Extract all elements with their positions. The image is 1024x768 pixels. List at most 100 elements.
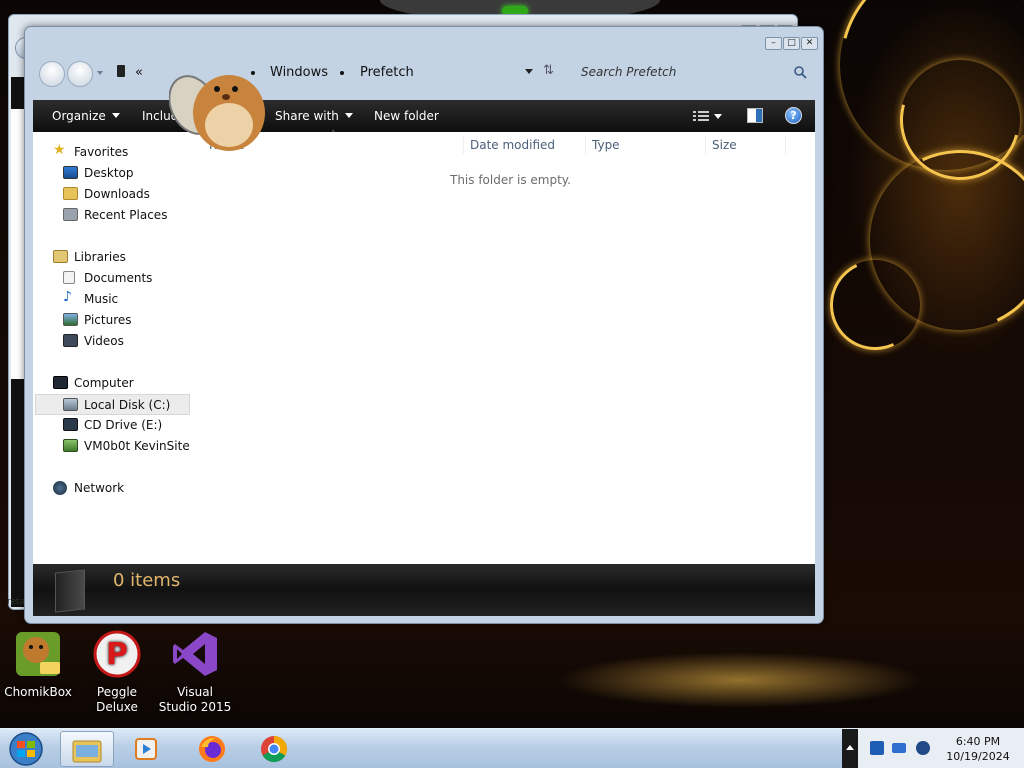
address-dropdown-icon[interactable] <box>525 69 533 74</box>
music-note-icon: ♪ <box>63 289 72 305</box>
recent-pages-chevron-icon[interactable] <box>97 71 103 75</box>
nav-item-cd-drive[interactable]: CD Drive (E:) <box>53 415 198 436</box>
nav-item-recent-places[interactable]: Recent Places <box>53 205 198 226</box>
videos-icon <box>63 334 78 347</box>
tray-overflow-button[interactable] <box>842 729 858 768</box>
details-pane: 0 items <box>33 564 815 616</box>
documents-icon <box>63 271 75 284</box>
navigation-pane: ★ Favorites Desktop Downloads Recent Pla… <box>33 132 198 564</box>
help-icon[interactable]: ? <box>785 107 802 124</box>
nav-item-local-disk[interactable]: Local Disk (C:) <box>35 394 190 415</box>
nav-item-label: Recent Places <box>84 208 168 222</box>
tray-network-icon[interactable] <box>916 741 930 755</box>
cd-drive-icon <box>63 418 78 431</box>
visual-studio-icon <box>173 632 217 676</box>
nav-item-label: Pictures <box>84 313 132 327</box>
column-header-type[interactable]: Type <box>592 138 620 152</box>
desktop-shortcut-chomikbox[interactable]: ChomikBox <box>0 630 76 700</box>
taskbar-explorer[interactable] <box>60 731 114 767</box>
nav-item-music[interactable]: ♪ Music <box>53 289 198 310</box>
desktop-shortcut-label: Visual Studio 2015 <box>158 685 232 714</box>
folder-thumbnail-icon <box>55 569 85 613</box>
minimize-button[interactable]: – <box>765 37 782 50</box>
nav-item-label: Desktop <box>84 166 134 180</box>
nav-item-documents[interactable]: Documents <box>53 268 198 289</box>
column-header-size[interactable]: Size <box>712 138 737 152</box>
column-divider[interactable] <box>705 136 706 154</box>
desktop-shortcut-peggle[interactable]: P Peggle Deluxe <box>79 630 155 715</box>
peggle-icon: P <box>93 630 141 678</box>
nav-item-pictures[interactable]: Pictures <box>53 310 198 331</box>
network-globe-icon <box>53 481 67 495</box>
column-divider[interactable] <box>585 136 586 154</box>
explorer-folder-icon <box>72 740 102 763</box>
search-input[interactable]: Search Prefetch <box>581 65 676 79</box>
nav-item-label: Downloads <box>84 187 150 201</box>
chevron-down-icon <box>111 113 120 118</box>
column-header-date-modified[interactable]: Date modified <box>470 138 555 152</box>
network-drive-icon <box>63 439 78 452</box>
background-window-panel-light <box>11 109 25 379</box>
view-options-icon[interactable] <box>693 110 709 122</box>
taskbar-firefox[interactable] <box>186 731 240 767</box>
back-button[interactable] <box>39 61 65 87</box>
search-icon[interactable] <box>793 65 807 79</box>
chevron-down-icon <box>344 113 353 118</box>
nav-item-label: Documents <box>84 271 153 285</box>
explorer-window[interactable]: – □ ✕ « Windows Prefetch ⇅ Search Prefet… <box>24 26 824 624</box>
search-box[interactable]: Search Prefetch <box>575 59 813 85</box>
nav-item-downloads[interactable]: Downloads <box>53 184 198 205</box>
nav-item-label: Videos <box>84 334 124 348</box>
tray-monitor-icon[interactable] <box>892 743 906 753</box>
breadcrumb-separator[interactable] <box>340 71 344 75</box>
desktop-shortcut-label: Peggle Deluxe <box>96 685 138 714</box>
nav-item-label: VM0b0t KevinSite <box>84 439 190 453</box>
nav-item-label: Local Disk (C:) <box>84 398 171 412</box>
nav-computer[interactable]: Computer <box>53 373 198 394</box>
chomikbox-icon <box>16 632 60 676</box>
refresh-icon[interactable]: ⇅ <box>543 63 554 78</box>
star-icon: ★ <box>53 142 66 158</box>
libraries-icon <box>53 250 68 263</box>
folder-path-icon <box>117 65 125 77</box>
system-clock[interactable]: 6:40 PM 10/19/2024 <box>936 734 1020 764</box>
start-button[interactable] <box>4 731 54 767</box>
nav-libraries[interactable]: Libraries <box>53 247 198 268</box>
share-with-button[interactable]: Share with <box>275 109 353 123</box>
command-toolbar: Organize Include in library Share with N… <box>33 100 815 132</box>
breadcrumb-windows[interactable]: Windows <box>270 65 328 80</box>
nav-item-videos[interactable]: Videos <box>53 331 198 352</box>
taskbar-chrome[interactable] <box>248 731 302 767</box>
view-dropdown-icon[interactable] <box>714 114 722 119</box>
firefox-icon <box>199 736 225 762</box>
maximize-button[interactable]: □ <box>783 37 800 50</box>
item-count: 0 items <box>113 570 181 591</box>
organize-label: Organize <box>52 109 106 123</box>
column-divider[interactable] <box>463 136 464 154</box>
column-divider[interactable] <box>785 136 786 154</box>
nav-favorites-label: Favorites <box>74 145 129 159</box>
nav-item-desktop[interactable]: Desktop <box>53 163 198 184</box>
close-button[interactable]: ✕ <box>801 37 818 50</box>
taskbar-media-player[interactable] <box>120 731 174 767</box>
share-with-label: Share with <box>275 109 339 123</box>
notification-area: 6:40 PM 10/19/2024 <box>858 729 1024 768</box>
desktop-icon <box>63 166 78 179</box>
clock-time: 6:40 PM <box>955 735 1001 748</box>
nav-network[interactable]: Network <box>53 478 198 499</box>
new-folder-button[interactable]: New folder <box>374 109 439 123</box>
chrome-icon <box>261 736 288 763</box>
computer-icon <box>53 376 68 389</box>
desktop-shortcut-visual-studio[interactable]: Visual Studio 2015 <box>157 630 233 715</box>
forward-button[interactable] <box>67 61 93 87</box>
nav-item-network-share[interactable]: VM0b0t KevinSite <box>53 436 198 457</box>
tray-app-icon[interactable] <box>870 741 884 755</box>
desktop-shortcut-label: ChomikBox <box>4 685 72 699</box>
breadcrumb-overflow[interactable]: « <box>135 65 143 80</box>
hard-drive-icon <box>63 398 78 411</box>
organize-button[interactable]: Organize <box>52 109 120 123</box>
preview-pane-icon[interactable] <box>747 108 763 123</box>
svg-text:P: P <box>106 637 128 672</box>
pictures-icon <box>63 313 78 326</box>
breadcrumb-prefetch[interactable]: Prefetch <box>360 65 414 80</box>
